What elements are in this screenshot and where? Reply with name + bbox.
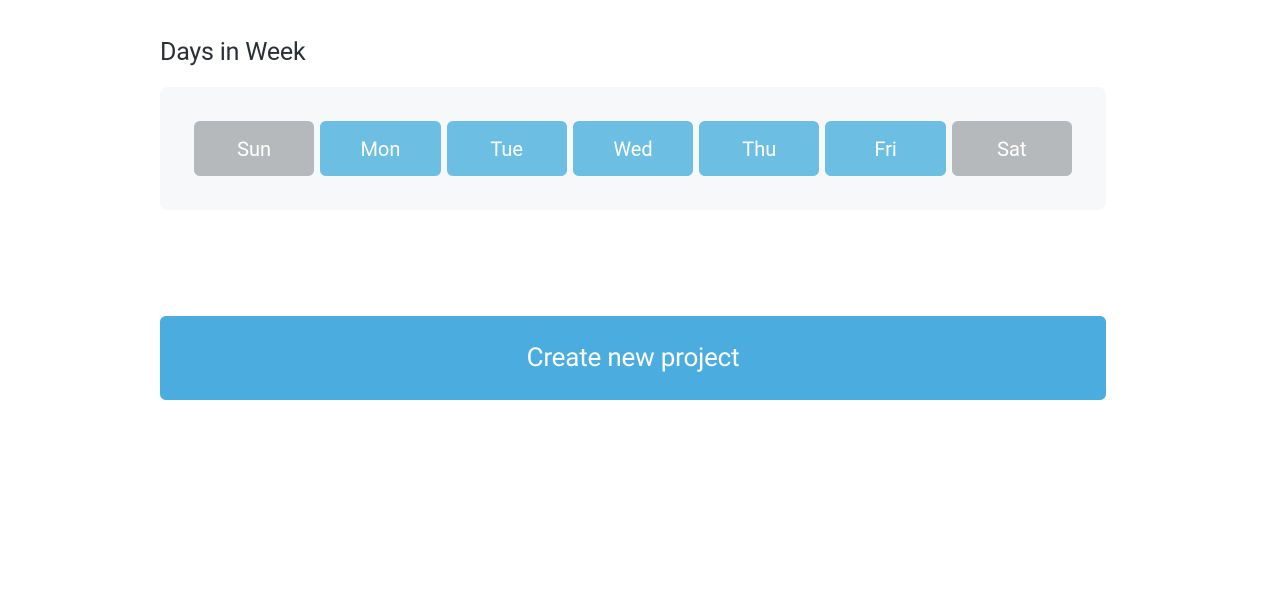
create-project-label: Create new project	[527, 343, 740, 373]
day-label: Wed	[613, 137, 652, 161]
day-label: Thu	[742, 137, 776, 161]
section-title: Days in Week	[160, 38, 1106, 67]
day-toggle-mon[interactable]: Mon	[320, 121, 440, 176]
day-toggle-thu[interactable]: Thu	[699, 121, 819, 176]
day-label: Mon	[360, 137, 400, 161]
day-toggle-sat[interactable]: Sat	[952, 121, 1072, 176]
day-label: Sun	[237, 137, 271, 161]
day-label: Sat	[997, 137, 1026, 161]
day-toggle-tue[interactable]: Tue	[447, 121, 567, 176]
day-toggle-fri[interactable]: Fri	[825, 121, 945, 176]
day-label: Tue	[490, 137, 523, 161]
create-project-button[interactable]: Create new project	[160, 316, 1106, 400]
days-in-week-panel: Sun Mon Tue Wed Thu Fri Sat	[160, 87, 1106, 210]
day-toggle-sun[interactable]: Sun	[194, 121, 314, 176]
day-label: Fri	[874, 137, 896, 161]
form-section: Days in Week Sun Mon Tue Wed Thu Fri Sat…	[160, 0, 1106, 400]
day-toggle-wed[interactable]: Wed	[573, 121, 693, 176]
